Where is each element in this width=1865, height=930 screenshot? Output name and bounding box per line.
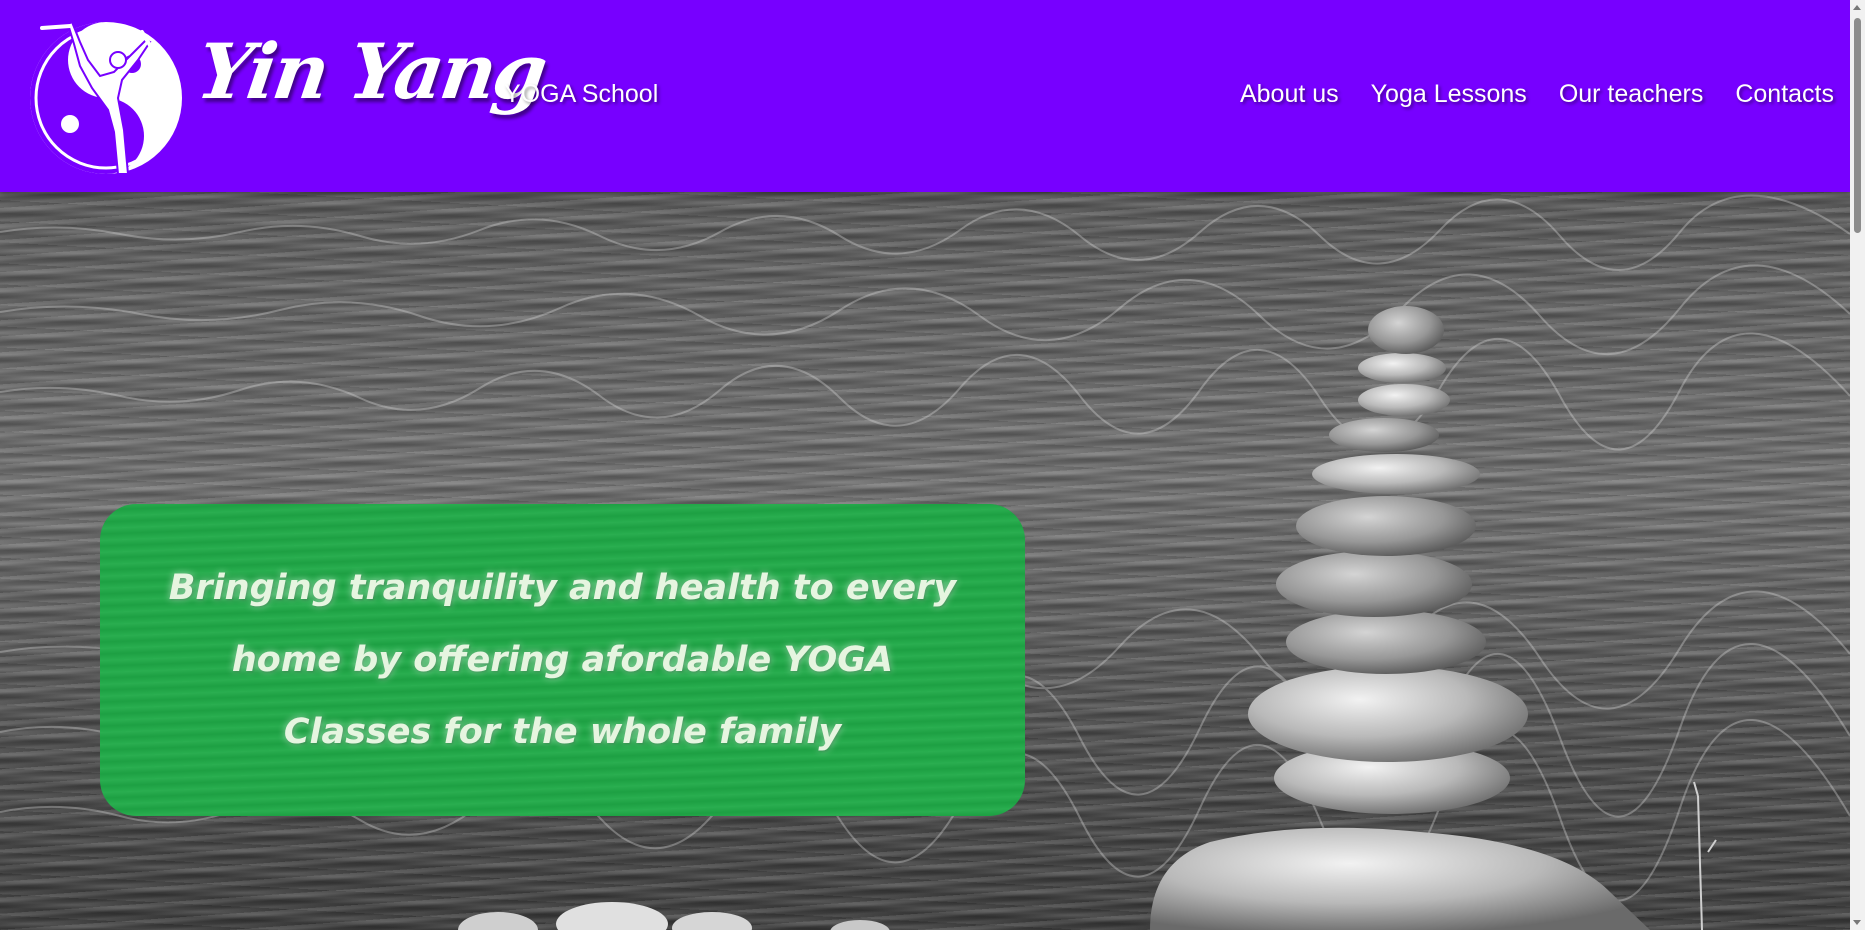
logo-wordmark[interactable]: Yin Yang <box>192 27 550 116</box>
nav-link-our-teachers[interactable]: Our teachers <box>1559 80 1704 109</box>
page: Yin Yang YOGA School About us Yoga Lesso… <box>0 0 1865 930</box>
scroll-up-arrow-icon[interactable] <box>1853 5 1861 10</box>
hero-section: Bringing tranquility and health to every… <box>0 192 1850 930</box>
page-scrollbar[interactable] <box>1850 0 1865 930</box>
nav-link-yoga-lessons[interactable]: Yoga Lessons <box>1371 80 1527 109</box>
logo-subtitle: YOGA School <box>504 80 659 108</box>
tagline-text: Bringing tranquility and health to every… <box>168 568 957 752</box>
scroll-down-arrow-icon[interactable] <box>1853 920 1861 925</box>
nav-link-about-us[interactable]: About us <box>1240 80 1339 109</box>
scrollbar-thumb[interactable] <box>1854 18 1861 233</box>
nav-link-contacts[interactable]: Contacts <box>1735 80 1834 109</box>
main-nav: About us Yoga Lessons Our teachers Conta… <box>1240 80 1834 109</box>
yoga-yin-yang-logo-icon[interactable] <box>22 14 184 178</box>
tagline-banner: Bringing tranquility and health to every… <box>100 504 1025 816</box>
site-header: Yin Yang YOGA School About us Yoga Lesso… <box>0 0 1850 192</box>
